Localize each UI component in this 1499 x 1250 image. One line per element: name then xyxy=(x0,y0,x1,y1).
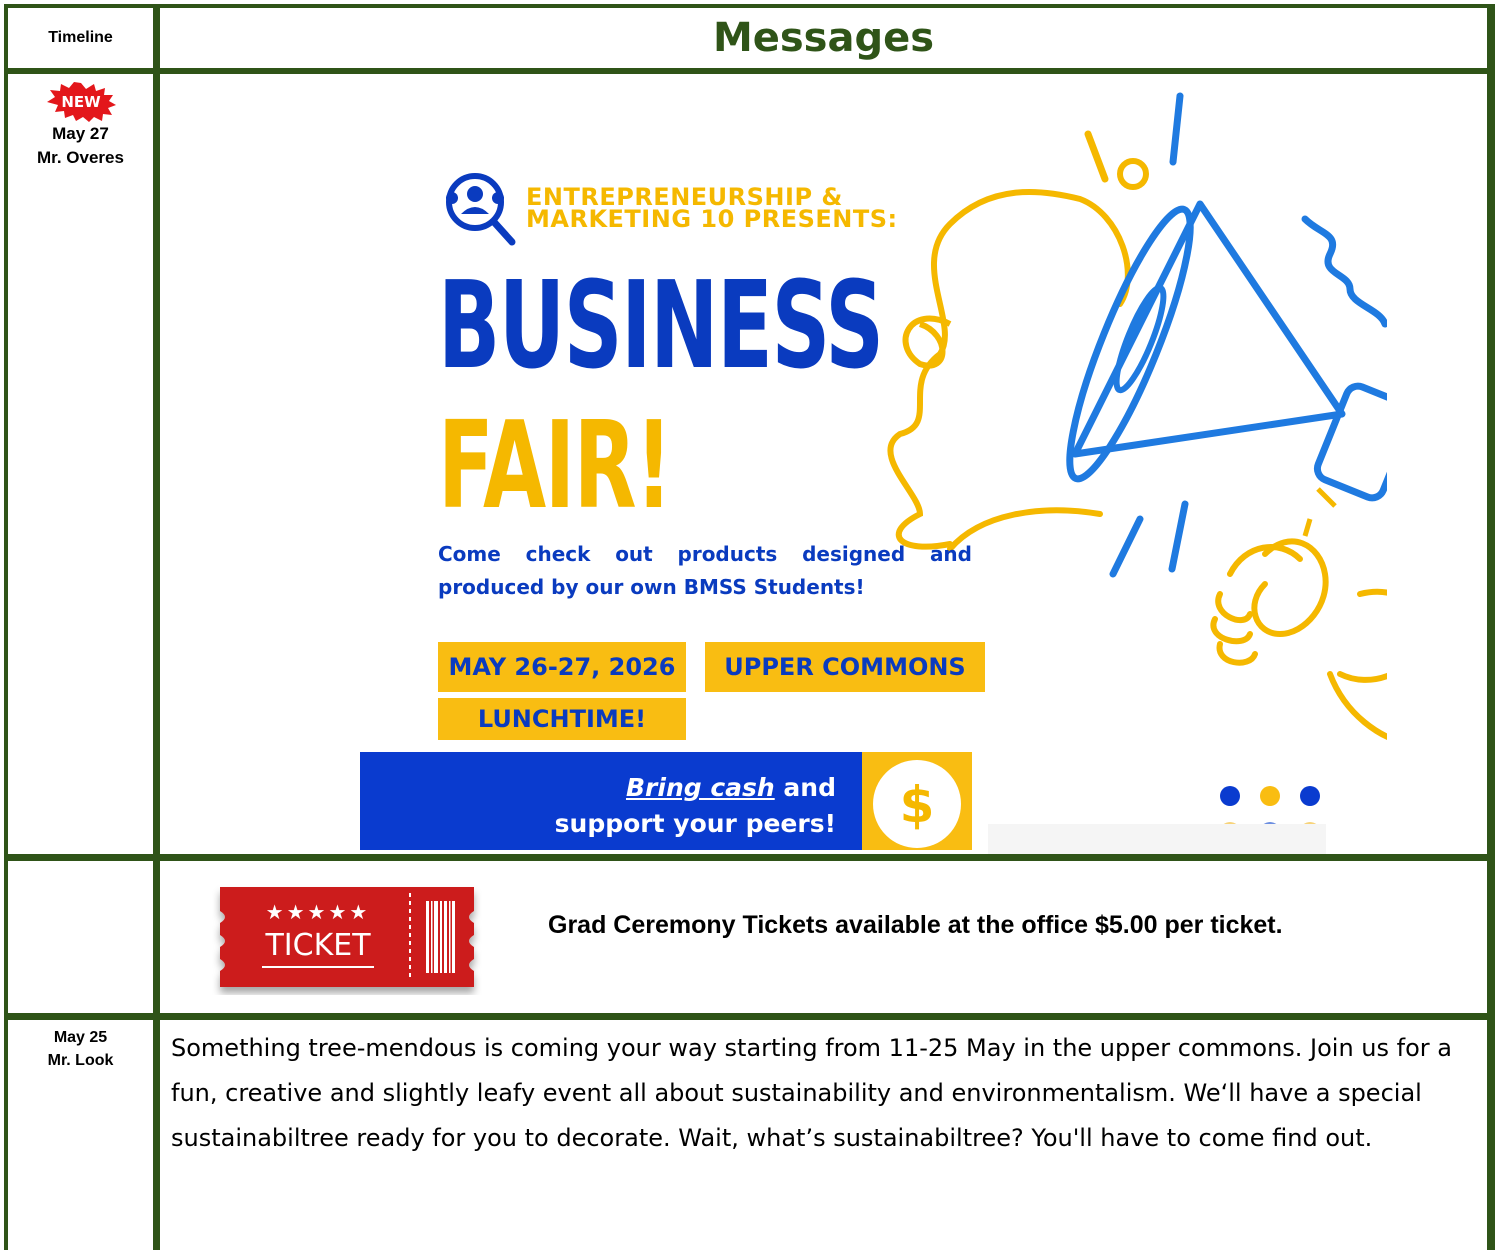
poster-presents: ENTREPRENEURSHIP & MARKETING 10 PRESENTS… xyxy=(526,183,898,233)
support-peers-text: support your peers! xyxy=(554,809,836,838)
messages-header: Messages xyxy=(160,8,1487,68)
people-search-icon xyxy=(446,173,516,246)
date-tag: MAY 26-27, 2026 xyxy=(438,642,686,692)
time-tag: LUNCHTIME! xyxy=(438,698,686,740)
grad-tickets-message: Grad Ceremony Tickets available at the o… xyxy=(548,911,1283,939)
new-badge-text: NEW xyxy=(61,93,101,111)
post-date: May 27 xyxy=(52,124,109,143)
ticket-icon: ★★★★★ TICKET xyxy=(220,887,474,987)
message-cell: ★★★★★ TICKET Grad Ceremony Tickets avail… xyxy=(160,861,1487,1013)
business-fair-poster: ENTREPRENEURSHIP & MARKETING 10 PRESENTS… xyxy=(260,74,1387,854)
sustainabiltree-message: Something tree-mendous is coming your wa… xyxy=(171,1034,1452,1152)
message-cell: ENTREPRENEURSHIP & MARKETING 10 PRESENTS… xyxy=(160,74,1487,854)
post-author: Mr. Overes xyxy=(37,148,124,167)
bring-cash-and: and xyxy=(783,773,836,802)
location-tag: UPPER COMMONS xyxy=(705,642,985,692)
timeline-cell: May 25 Mr. Look xyxy=(8,1020,153,1250)
coin-box: $ xyxy=(862,752,972,850)
bring-cash-link: Bring cash xyxy=(625,773,775,802)
ticket-label: TICKET xyxy=(264,928,371,963)
poster-description: Come check out products designed and pro… xyxy=(438,542,972,599)
ticket-stars: ★★★★★ xyxy=(266,900,371,924)
new-badge-icon: NEW xyxy=(46,82,116,122)
poster-title-business: BUSINESS xyxy=(438,257,884,396)
timeline-cell-empty xyxy=(8,861,153,1013)
timeline-cell: NEW May 27 Mr. Overes xyxy=(8,74,153,854)
post-author: Mr. Look xyxy=(47,1052,114,1069)
message-cell: Something tree-mendous is coming your wa… xyxy=(160,1020,1487,1250)
post-date: May 25 xyxy=(53,1029,108,1046)
bring-cash-banner: Bring cash and support your peers! xyxy=(360,752,862,850)
poster-title-fair: FAIR! xyxy=(438,397,673,536)
dollar-coin-icon: $ xyxy=(873,760,961,848)
dollar-sign: $ xyxy=(900,776,935,834)
timeline-header: Timeline xyxy=(8,8,153,68)
